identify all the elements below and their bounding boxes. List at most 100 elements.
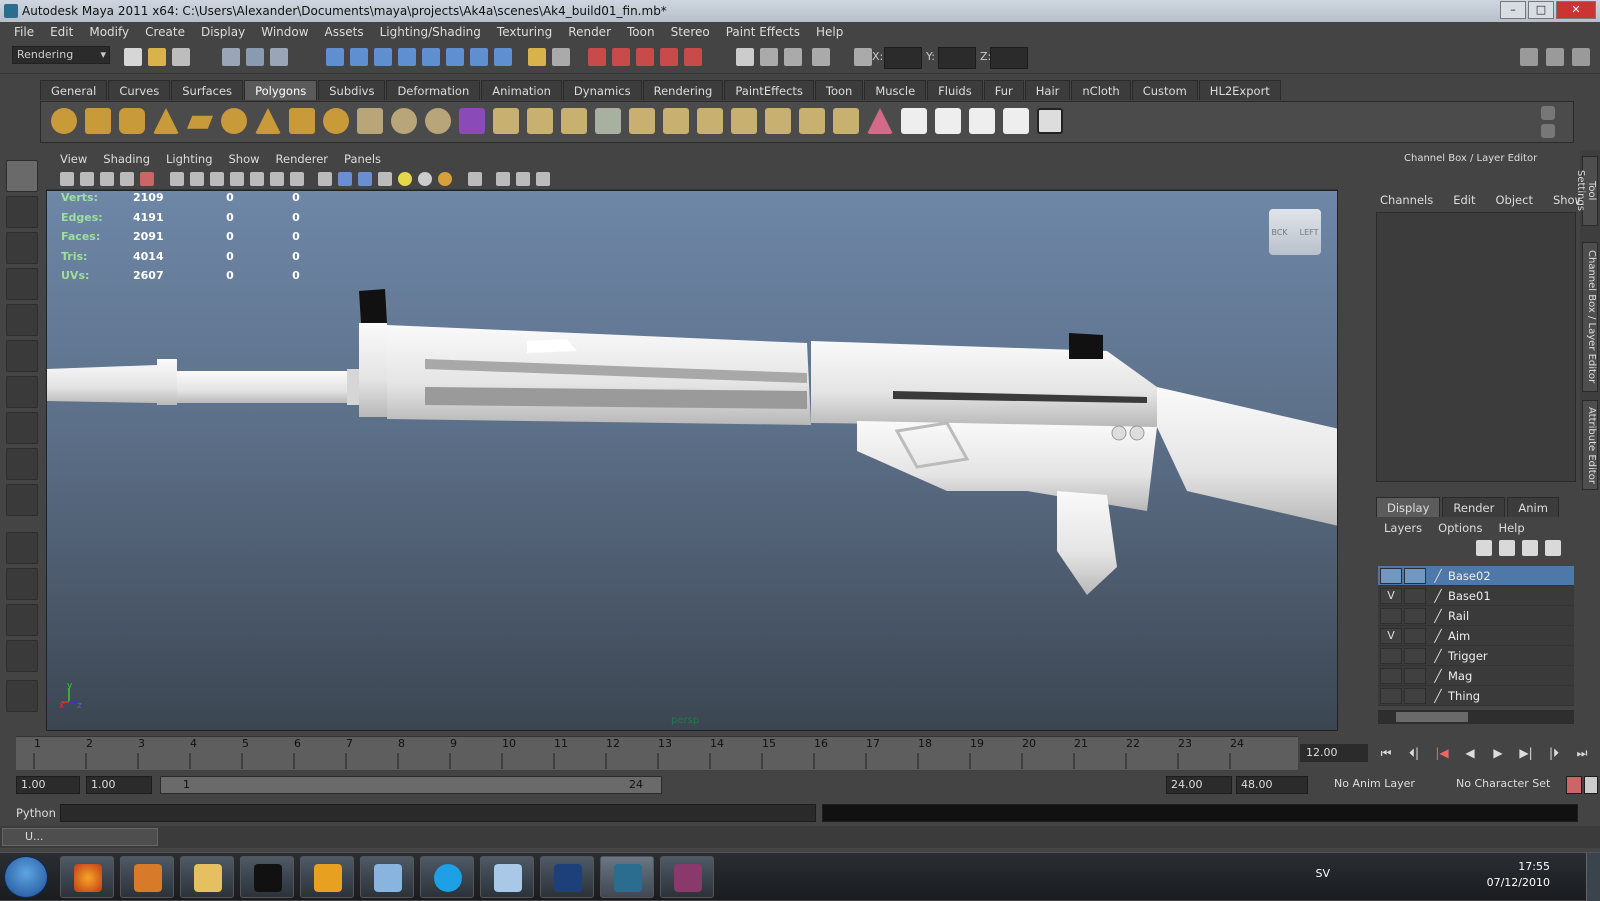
go-to-end-icon[interactable]: ⏭ xyxy=(1570,744,1594,762)
layer-visibility-toggle[interactable]: V xyxy=(1380,627,1402,644)
move-layer-up-icon[interactable] xyxy=(1476,540,1492,556)
menu-set-dropdown[interactable]: Rendering ▾ xyxy=(12,46,110,64)
render-settings-icon[interactable] xyxy=(636,48,654,66)
step-back-key-icon[interactable]: ⏴| xyxy=(1402,744,1426,762)
help-icon[interactable] xyxy=(494,48,512,66)
cylindrical-mapping-icon[interactable] xyxy=(867,108,893,134)
shelf-tab-general[interactable]: General xyxy=(40,80,108,100)
layer-tab-display[interactable]: Display xyxy=(1376,497,1441,517)
tab-channel-box[interactable]: Channel Box / Layer Editor xyxy=(1582,242,1598,392)
menu-toon[interactable]: Toon xyxy=(619,25,663,39)
taskbar-hl2[interactable] xyxy=(300,856,354,898)
paint-select-tool-icon[interactable] xyxy=(6,232,38,264)
shelf-tab-custom[interactable]: Custom xyxy=(1131,80,1198,100)
layer-row[interactable]: ╱ Rail xyxy=(1378,606,1574,626)
boolean-icon[interactable] xyxy=(459,108,485,134)
single-perspective-layout-icon[interactable] xyxy=(6,532,38,564)
select-hierarchy-icon[interactable] xyxy=(222,48,240,66)
layer-row[interactable]: V ╱ Base01 xyxy=(1378,586,1574,606)
isolate-select-icon[interactable] xyxy=(468,172,482,186)
wireframe-on-shaded-icon[interactable] xyxy=(358,172,372,186)
menu-render[interactable]: Render xyxy=(560,25,619,39)
layer-visibility-toggle[interactable] xyxy=(1380,667,1402,684)
taskbar-steam[interactable] xyxy=(240,856,294,898)
layer-tab-render[interactable]: Render xyxy=(1442,497,1506,517)
snap-curve-icon[interactable] xyxy=(350,48,368,66)
select-camera-icon[interactable] xyxy=(60,172,74,186)
play-forward-icon[interactable]: ▶ xyxy=(1486,744,1510,762)
menu-file[interactable]: File xyxy=(6,25,42,39)
layer-scrollbar[interactable] xyxy=(1378,710,1574,724)
bevel-icon[interactable] xyxy=(765,108,791,134)
script-language-label[interactable]: Python xyxy=(16,806,56,820)
range-slider[interactable]: 1 24 xyxy=(160,776,662,794)
soft-mod-tool-icon[interactable] xyxy=(6,412,38,444)
move-layer-down-icon[interactable] xyxy=(1499,540,1515,556)
poly-prism-icon[interactable] xyxy=(255,108,281,134)
shelf-tab-animation[interactable]: Animation xyxy=(481,80,562,100)
bridge-icon[interactable] xyxy=(527,108,553,134)
playback-start-field[interactable]: 1.00 xyxy=(86,776,152,794)
panel-menu-panels[interactable]: Panels xyxy=(336,152,389,166)
separate-icon[interactable] xyxy=(391,108,417,134)
go-to-start-icon[interactable]: ⏮ xyxy=(1374,744,1398,762)
menu-display[interactable]: Display xyxy=(193,25,253,39)
layer-type-toggle[interactable] xyxy=(1404,667,1426,684)
step-forward-frame-icon[interactable]: ▶| xyxy=(1514,744,1538,762)
maximize-button[interactable]: □ xyxy=(1528,1,1554,19)
rifle-model[interactable] xyxy=(47,191,1338,731)
input-line-icon[interactable] xyxy=(736,48,754,66)
resolution-gate-icon[interactable] xyxy=(210,172,224,186)
snap-live-icon[interactable] xyxy=(446,48,464,66)
poly-soccer-icon[interactable] xyxy=(323,108,349,134)
current-frame-field[interactable]: 12.00 xyxy=(1300,744,1368,762)
shelf-tab-painteffects[interactable]: PaintEffects xyxy=(724,80,814,100)
step-back-frame-icon[interactable]: |◀ xyxy=(1430,744,1454,762)
menu-texturing[interactable]: Texturing xyxy=(489,25,560,39)
xray-icon[interactable] xyxy=(496,172,510,186)
show-manipulator-icon[interactable] xyxy=(6,448,38,480)
menu-lighting-shading[interactable]: Lighting/Shading xyxy=(372,25,489,39)
sidebar-toggle-icon[interactable] xyxy=(760,48,778,66)
panel-menu-renderer[interactable]: Renderer xyxy=(268,152,337,166)
last-tool-icon[interactable] xyxy=(6,484,38,516)
y-field[interactable] xyxy=(938,47,976,69)
preferences-icon[interactable] xyxy=(1584,776,1598,794)
panel-menu-view[interactable]: View xyxy=(52,152,95,166)
open-scene-icon[interactable] xyxy=(148,48,166,66)
layer-visibility-toggle[interactable]: V xyxy=(1380,587,1402,604)
language-indicator[interactable]: SV xyxy=(1315,867,1330,880)
scale-tool-icon[interactable] xyxy=(6,340,38,372)
use-all-lights-icon[interactable] xyxy=(398,172,412,186)
taskbar-winrar[interactable] xyxy=(660,856,714,898)
menu-window[interactable]: Window xyxy=(253,25,316,39)
layer-type-toggle[interactable] xyxy=(1404,647,1426,664)
snap-point-icon[interactable] xyxy=(374,48,392,66)
character-set-dropdown[interactable]: No Character Set xyxy=(1452,776,1562,794)
film-gate-icon[interactable] xyxy=(190,172,204,186)
attribute-editor-toggle-icon[interactable] xyxy=(1546,48,1564,66)
shelf-tab-deformation[interactable]: Deformation xyxy=(386,80,481,100)
layer-row[interactable]: ╱ Base02 xyxy=(1378,566,1574,586)
taskbar-photoshop[interactable] xyxy=(540,856,594,898)
poly-pipe-icon[interactable] xyxy=(289,108,315,134)
shelf-tab-rendering[interactable]: Rendering xyxy=(642,80,724,100)
cb-menu-channels[interactable]: Channels xyxy=(1370,193,1443,207)
shelf-tab-hl2export[interactable]: HL2Export xyxy=(1198,80,1281,100)
extrude-icon[interactable] xyxy=(493,108,519,134)
transform-field-icon[interactable] xyxy=(854,48,872,66)
two-d-pan-icon[interactable] xyxy=(140,172,154,186)
windows-start-icon[interactable] xyxy=(4,856,48,898)
animation-end-field[interactable]: 48.00 xyxy=(1236,776,1308,794)
xray-joints-icon[interactable] xyxy=(516,172,530,186)
z-field[interactable] xyxy=(990,47,1028,69)
layer-visibility-toggle[interactable] xyxy=(1380,647,1402,664)
layer-row[interactable]: ╱ Thing xyxy=(1378,686,1574,706)
taskbar-explorer[interactable] xyxy=(180,856,234,898)
outliner-layout-icon[interactable] xyxy=(6,604,38,636)
shelf-tab-curves[interactable]: Curves xyxy=(108,80,171,100)
shadows-icon[interactable] xyxy=(418,172,432,186)
taskbar-maya[interactable] xyxy=(600,856,654,898)
playback-end-field[interactable]: 24.00 xyxy=(1166,776,1232,794)
shelf-scroll-down-icon[interactable] xyxy=(1541,124,1555,138)
